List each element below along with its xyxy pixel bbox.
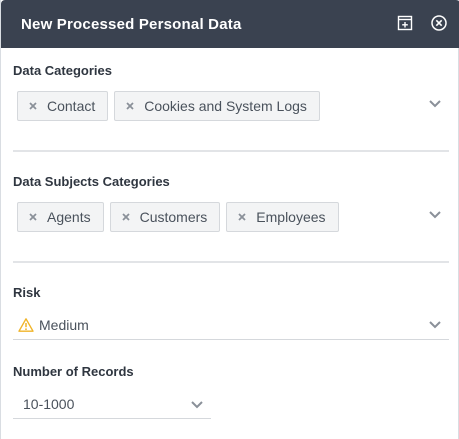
- number-of-records-chevron-down-icon[interactable]: [190, 400, 204, 410]
- chip-label: Contact: [47, 98, 96, 114]
- dialog-titlebar: New Processed Personal Data: [1, 0, 459, 48]
- risk-label: Risk: [13, 285, 41, 300]
- new-processed-personal-data-dialog: New Processed Personal Data Data Categor: [0, 0, 459, 439]
- remove-chip-icon[interactable]: [27, 211, 39, 223]
- chip-label: Agents: [47, 209, 91, 225]
- data-categories-label: Data Categories: [13, 63, 112, 78]
- number-of-records-select[interactable]: 10-1000: [13, 389, 211, 419]
- data-categories-chips[interactable]: Contact Cookies and System Logs: [17, 91, 320, 121]
- chip-label: Employees: [256, 209, 326, 225]
- section-divider: [13, 150, 449, 152]
- remove-chip-icon[interactable]: [120, 211, 132, 223]
- chip-contact: Contact: [17, 91, 109, 121]
- data-subjects-categories-chips[interactable]: Agents Customers Employees: [17, 202, 339, 232]
- number-of-records-value: 10-1000: [23, 395, 75, 412]
- data-subjects-chevron-down-icon[interactable]: [428, 210, 442, 220]
- risk-select[interactable]: Medium: [13, 310, 449, 340]
- remove-chip-icon[interactable]: [27, 100, 39, 112]
- chip-cookies-and-system-logs: Cookies and System Logs: [114, 91, 320, 121]
- chip-label: Customers: [139, 209, 208, 225]
- risk-chevron-down-icon[interactable]: [428, 320, 442, 330]
- chip-employees: Employees: [226, 202, 339, 232]
- chip-agents: Agents: [17, 202, 104, 232]
- risk-value: Medium: [39, 316, 89, 333]
- chip-label: Cookies and System Logs: [144, 98, 307, 114]
- close-circle-icon[interactable]: [430, 14, 448, 32]
- data-subjects-categories-label: Data Subjects Categories: [13, 174, 170, 189]
- titlebar-actions: [396, 14, 448, 32]
- dialog-title: New Processed Personal Data: [21, 15, 242, 33]
- data-categories-chevron-down-icon[interactable]: [428, 99, 442, 109]
- number-of-records-label: Number of Records: [13, 364, 134, 379]
- warning-icon: [18, 317, 34, 333]
- chip-customers: Customers: [109, 202, 221, 232]
- remove-chip-icon[interactable]: [236, 211, 248, 223]
- add-panel-icon[interactable]: [396, 14, 414, 32]
- section-divider: [13, 261, 449, 263]
- remove-chip-icon[interactable]: [124, 100, 136, 112]
